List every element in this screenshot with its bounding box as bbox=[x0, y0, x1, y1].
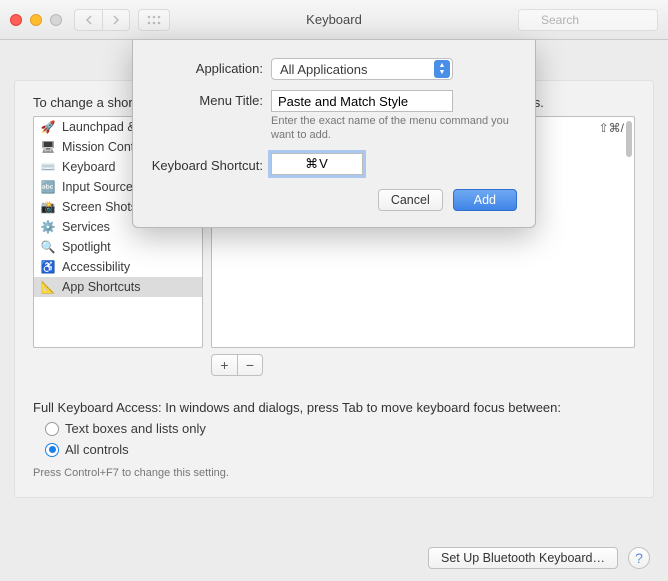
add-shortcut-button[interactable]: + bbox=[211, 354, 237, 376]
sidebar-item-icon: ♿ bbox=[40, 259, 56, 275]
setup-bluetooth-button[interactable]: Set Up Bluetooth Keyboard… bbox=[428, 547, 618, 569]
zoom-icon bbox=[50, 14, 62, 26]
sidebar-item-icon: 🔍 bbox=[40, 239, 56, 255]
sidebar-item-icon: 🔤 bbox=[40, 179, 56, 195]
sidebar-item-icon: ⌨️ bbox=[40, 159, 56, 175]
cancel-button[interactable]: Cancel bbox=[378, 189, 443, 211]
window-controls bbox=[10, 14, 62, 26]
show-all-button[interactable] bbox=[138, 9, 170, 31]
radio-icon bbox=[45, 422, 59, 436]
forward-button[interactable] bbox=[102, 9, 130, 31]
sidebar-item-label: Input Sources bbox=[62, 180, 139, 194]
remove-shortcut-button[interactable]: − bbox=[237, 354, 263, 376]
radio-label: Text boxes and lists only bbox=[65, 421, 206, 436]
add-button[interactable]: Add bbox=[453, 189, 517, 211]
radio-label: All controls bbox=[65, 442, 129, 457]
minimize-icon[interactable] bbox=[30, 14, 42, 26]
sidebar-item-label: Keyboard bbox=[62, 160, 116, 174]
sidebar-item-icon: 🚀 bbox=[40, 119, 56, 135]
add-shortcut-sheet: Application: All Applications ▲▼ Menu Ti… bbox=[132, 40, 536, 228]
sidebar-item[interactable]: ♿ Accessibility bbox=[34, 257, 202, 277]
radio-icon bbox=[45, 443, 59, 457]
scrollbar-thumb[interactable] bbox=[626, 121, 632, 157]
application-label: Application: bbox=[151, 58, 271, 76]
sidebar-item-icon: 📐 bbox=[40, 279, 56, 295]
back-button[interactable] bbox=[74, 9, 102, 31]
sidebar-item-label: Services bbox=[62, 220, 110, 234]
sidebar-item[interactable]: 📐 App Shortcuts bbox=[34, 277, 202, 297]
fka-text: Full Keyboard Access: In windows and dia… bbox=[33, 400, 635, 415]
close-icon[interactable] bbox=[10, 14, 22, 26]
chevron-updown-icon: ▲▼ bbox=[434, 60, 450, 78]
application-popup[interactable]: All Applications ▲▼ bbox=[271, 58, 453, 80]
help-button[interactable]: ? bbox=[628, 547, 650, 569]
application-value: All Applications bbox=[280, 62, 367, 77]
radio-all-controls[interactable]: All controls bbox=[45, 442, 635, 457]
shortcut-label: Keyboard Shortcut: bbox=[151, 155, 271, 173]
sidebar-item-label: App Shortcuts bbox=[62, 280, 141, 294]
menu-title-field[interactable] bbox=[271, 90, 453, 112]
sidebar-item-label: Accessibility bbox=[62, 260, 130, 274]
sidebar-item-icon: 📸 bbox=[40, 199, 56, 215]
sidebar-item-label: Spotlight bbox=[62, 240, 111, 254]
sidebar-item-label: Screen Shots bbox=[62, 200, 137, 214]
keyboard-shortcut-field[interactable] bbox=[271, 153, 363, 175]
sidebar-item[interactable]: 🔍 Spotlight bbox=[34, 237, 202, 257]
menu-title-helper: Enter the exact name of the menu command… bbox=[271, 114, 511, 143]
sidebar-item-icon: 🖥 bbox=[40, 139, 56, 155]
nav-group bbox=[74, 9, 130, 31]
sidebar-item-icon: ⚙️ bbox=[40, 219, 56, 235]
menu-title-label: Menu Title: bbox=[151, 90, 271, 108]
radio-textboxes[interactable]: Text boxes and lists only bbox=[45, 421, 635, 436]
search-input[interactable] bbox=[518, 9, 658, 31]
fka-hint: Press Control+F7 to change this setting. bbox=[33, 467, 635, 479]
titlebar: Keyboard bbox=[0, 0, 668, 40]
